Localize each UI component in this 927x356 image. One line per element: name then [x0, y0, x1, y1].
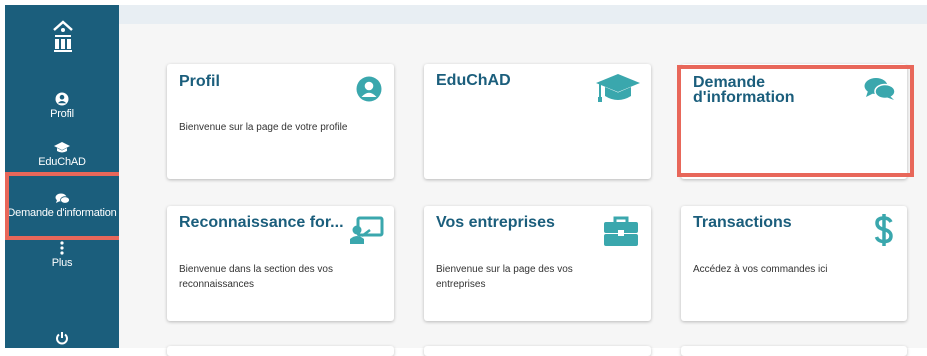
top-bar — [119, 5, 927, 24]
more-vertical-icon — [60, 241, 64, 255]
card-demande-information[interactable]: Demande d'information — [681, 64, 907, 179]
card-title: EduChAD — [436, 72, 511, 89]
card-transactions[interactable]: Transactions Accédez à vos commandes ici — [681, 206, 907, 321]
card-title: Profil — [179, 73, 220, 90]
graduation-cap-icon — [596, 74, 640, 102]
logout-button[interactable] — [5, 331, 119, 347]
sidebar-item-label: EduChAD — [38, 156, 86, 168]
card-profil[interactable]: Profil Bienvenue sur la page de votre pr… — [167, 64, 394, 179]
briefcase-icon — [604, 216, 638, 246]
comments-icon — [55, 193, 70, 204]
user-circle-icon — [356, 76, 382, 102]
sidebar-item-profil[interactable]: Profil — [5, 92, 119, 120]
sidebar: Profil EduChAD Demande d'information Plu… — [5, 5, 119, 348]
card-educhad[interactable]: EduChAD — [424, 64, 651, 179]
presentation-icon — [350, 216, 384, 244]
dollar-icon — [874, 214, 893, 246]
sidebar-item-label: Demande d'information — [7, 207, 117, 219]
card-description: Bienvenue sur la page des vos entreprise… — [436, 264, 573, 290]
building-icon[interactable] — [52, 19, 74, 57]
card-vos-entreprises[interactable]: Vos entreprises Bienvenue sur la page de… — [424, 206, 651, 321]
power-icon — [56, 332, 68, 345]
card-description: Bienvenue sur la page de votre profile — [179, 122, 348, 133]
sidebar-item-demande-information[interactable]: Demande d'information — [5, 193, 119, 219]
comments-icon — [864, 78, 896, 100]
card-title: Vos entreprises — [436, 214, 555, 231]
sidebar-item-plus[interactable]: Plus — [5, 241, 119, 269]
sidebar-item-label: Plus — [51, 257, 73, 269]
sidebar-item-educhad[interactable]: EduChAD — [5, 142, 119, 168]
card-title: Reconnaissance for... — [179, 214, 344, 231]
graduation-cap-icon — [54, 142, 70, 153]
card-title: Transactions — [693, 214, 792, 231]
card-description: Accédez à vos commandes ici — [693, 264, 828, 275]
sidebar-item-label: Profil — [50, 108, 74, 120]
card-title-line2: d'information — [693, 89, 795, 106]
card-reconnaissance[interactable]: Reconnaissance for... Bienvenue dans la … — [167, 206, 394, 321]
user-circle-icon — [55, 92, 69, 106]
card-description: Bienvenue dans la section des vos reconn… — [179, 264, 333, 290]
